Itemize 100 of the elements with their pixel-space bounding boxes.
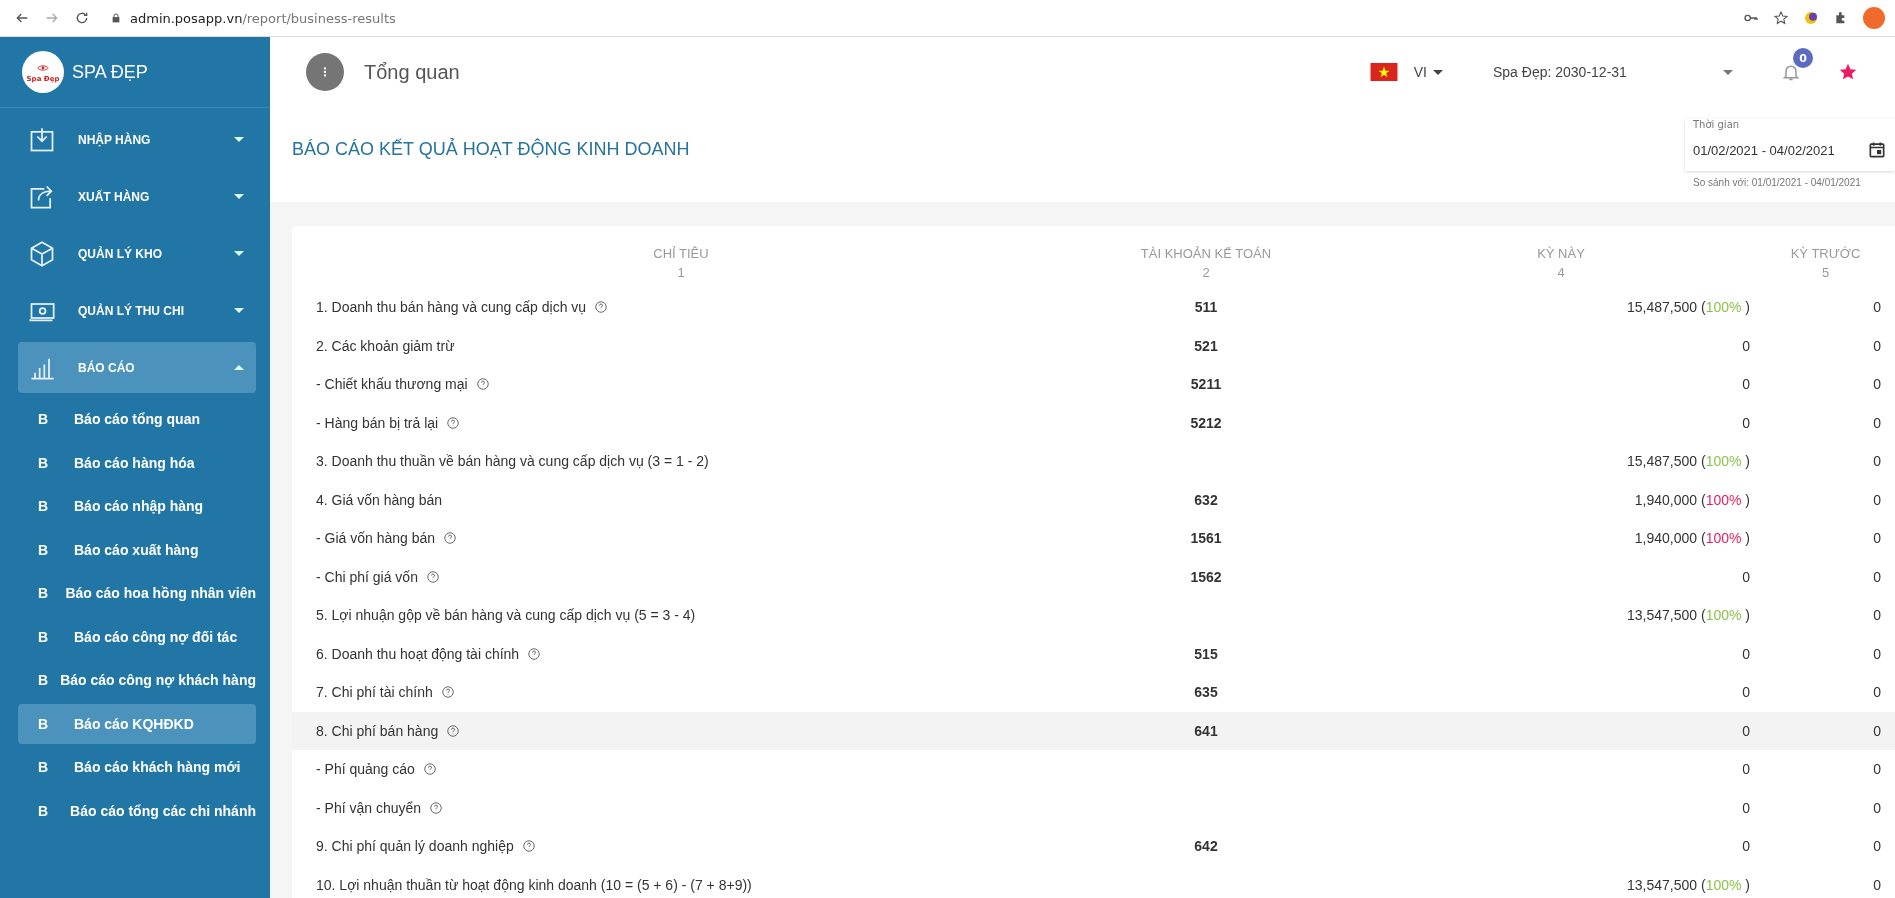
caret-icon <box>234 137 244 142</box>
previous-amount: 0 <box>1873 453 1881 470</box>
current-amount: 0 <box>1742 838 1750 855</box>
current-amount: 13,547,500 (100% ) <box>1627 607 1750 624</box>
current-amount: 0 <box>1742 414 1750 431</box>
current-amount: 1,940,000 (100% ) <box>1634 491 1750 508</box>
nav-menu-item[interactable]: NHẬP HÀNG <box>18 114 256 165</box>
account-code: 1562 <box>1190 568 1222 585</box>
star-outline-icon[interactable] <box>1773 10 1789 26</box>
row-label: - Phí quảng cáo <box>316 761 415 778</box>
account-code: 511 <box>1194 299 1218 316</box>
account-code: 5212 <box>1190 414 1222 431</box>
row-label: - Chi phí giá vốn <box>316 568 418 585</box>
brand-name: SPA ĐẸP <box>72 61 148 83</box>
previous-amount: 0 <box>1873 722 1881 739</box>
current-amount: 0 <box>1742 761 1750 778</box>
help-circle-icon[interactable] <box>446 415 461 430</box>
column-header: KỲ TRƯỚC <box>1789 246 1862 261</box>
caret-icon <box>234 194 244 199</box>
column-number: 4 <box>1556 265 1566 280</box>
submenu-item[interactable]: B Báo cáo hoa hồng nhân viên <box>18 573 256 613</box>
account-code: 1561 <box>1190 530 1222 547</box>
column-number: 5 <box>1820 265 1831 280</box>
language-dropdown[interactable]: VI <box>1413 64 1443 80</box>
help-circle-icon[interactable] <box>527 646 542 661</box>
submenu-item[interactable]: B Báo cáo nhập hàng <box>18 486 256 526</box>
submenu-item[interactable]: B Báo cáo công nợ đối tác <box>18 616 256 657</box>
row-label: 8. Chi phí bán hàng <box>316 722 439 739</box>
current-amount: 0 <box>1742 684 1750 701</box>
previous-amount: 0 <box>1873 761 1881 778</box>
row-label: 1. Doanh thu bán hàng và cung cấp dịch vụ <box>316 299 587 316</box>
row-label: 7. Chi phí tài chính <box>316 684 433 701</box>
submenu-item[interactable]: B Báo cáo tổng các chi nhánh <box>18 790 256 831</box>
download-tray-icon <box>28 125 56 154</box>
account-code: 635 <box>1194 684 1218 701</box>
previous-amount: 0 <box>1873 530 1881 547</box>
help-circle-icon[interactable] <box>475 377 490 392</box>
caret-icon <box>1433 69 1443 75</box>
previous-amount: 0 <box>1873 684 1881 701</box>
avatar-circle[interactable] <box>1863 7 1885 29</box>
account-code: 632 <box>1194 491 1218 508</box>
previous-amount: 0 <box>1873 607 1881 624</box>
current-amount: 0 <box>1742 337 1750 354</box>
flag-icon <box>1369 63 1398 81</box>
row-label: - Giá vốn hàng bán <box>316 530 436 547</box>
row-label: 10. Lợi nhuận thuần từ hoạt động kinh doanh (10 = (5 + 6) - (7 + 8+9)) <box>316 876 752 893</box>
column-header: KỲ NÀY <box>1536 246 1586 261</box>
row-label: - Chiết khấu thương mại <box>316 376 468 393</box>
current-amount: 15,487,500 (100% ) <box>1627 299 1750 316</box>
help-circle-icon[interactable] <box>429 800 444 815</box>
current-amount: 0 <box>1742 645 1750 662</box>
previous-amount: 0 <box>1873 799 1881 816</box>
help-circle-icon[interactable] <box>446 723 461 738</box>
help-circle-icon[interactable] <box>425 569 440 584</box>
compare-range-text: So sánh với: 01/01/2021 - 04/01/2021 <box>1692 176 1862 190</box>
nav-menu-item[interactable]: XUẤT HÀNG <box>18 171 256 222</box>
notification-badge: 0 <box>1793 48 1813 68</box>
more-menu-button[interactable] <box>306 53 344 91</box>
help-circle-icon[interactable] <box>594 300 609 315</box>
previous-amount: 0 <box>1873 299 1881 316</box>
reload-icon[interactable] <box>74 10 90 26</box>
caret-icon <box>234 251 244 256</box>
current-amount: 0 <box>1742 568 1750 585</box>
submenu-item[interactable]: B Báo cáo KQHĐKD <box>18 703 256 744</box>
account-code: 642 <box>1194 838 1218 855</box>
page-title: Tổng quan <box>364 60 460 84</box>
caret-icon <box>234 308 244 313</box>
previous-amount: 0 <box>1873 337 1881 354</box>
lock-icon <box>110 12 122 24</box>
caret-icon <box>234 365 244 370</box>
help-circle-icon[interactable] <box>422 762 437 777</box>
row-label: 3. Doanh thu thuần về bán hàng và cung cấp dịch vụ (3 = 1 - 2) <box>316 453 709 470</box>
store-dropdown[interactable]: Spa Đẹp: 2030-12-31 <box>1493 64 1733 80</box>
column-number: 1 <box>676 265 686 280</box>
nav-menu-item[interactable]: QUẢN LÝ THU CHI <box>18 285 256 336</box>
nav-menu-item[interactable]: BÁO CÁO <box>18 342 256 393</box>
report-title: BÁO CÁO KẾT QUẢ HOẠT ĐỘNG KINH DOANH <box>292 137 690 160</box>
submenu-item[interactable]: B Báo cáo khách hàng mới <box>18 747 256 787</box>
submenu-item[interactable]: B Báo cáo xuất hàng <box>18 529 256 570</box>
calendar-icon <box>1867 140 1887 160</box>
row-label: 4. Giá vốn hàng bán <box>316 491 443 508</box>
current-amount: 1,940,000 (100% ) <box>1634 530 1750 547</box>
submenu-item[interactable]: B Báo cáo hàng hóa <box>18 442 256 483</box>
row-label: - Hàng bán bị trả lại <box>316 414 439 431</box>
previous-amount: 0 <box>1873 491 1881 508</box>
caret-icon <box>1723 69 1733 75</box>
column-number: 2 <box>1201 265 1211 280</box>
nav-menu-item[interactable]: QUẢN LÝ KHO <box>18 228 256 279</box>
previous-amount: 0 <box>1873 414 1881 431</box>
help-circle-icon[interactable] <box>521 839 536 854</box>
moon-extension-icon[interactable] <box>1803 10 1819 26</box>
help-circle-icon[interactable] <box>443 531 458 546</box>
account-code: 5211 <box>1190 376 1222 393</box>
submenu-item[interactable]: B Báo cáo tổng quan <box>18 399 256 439</box>
current-amount: 15,487,500 (100% ) <box>1627 453 1750 470</box>
submenu-item[interactable]: B Báo cáo công nợ khách hàng <box>18 660 256 700</box>
row-label: 5. Lợi nhuận gộp về bán hàng và cung cấp dịch vụ (5 = 3 - 4) <box>316 607 696 624</box>
account-code: 641 <box>1194 722 1218 739</box>
help-circle-icon[interactable] <box>440 685 455 700</box>
date-range-field[interactable]: Thời gian 01/02/2021 - 04/02/2021 <box>1685 119 1895 171</box>
